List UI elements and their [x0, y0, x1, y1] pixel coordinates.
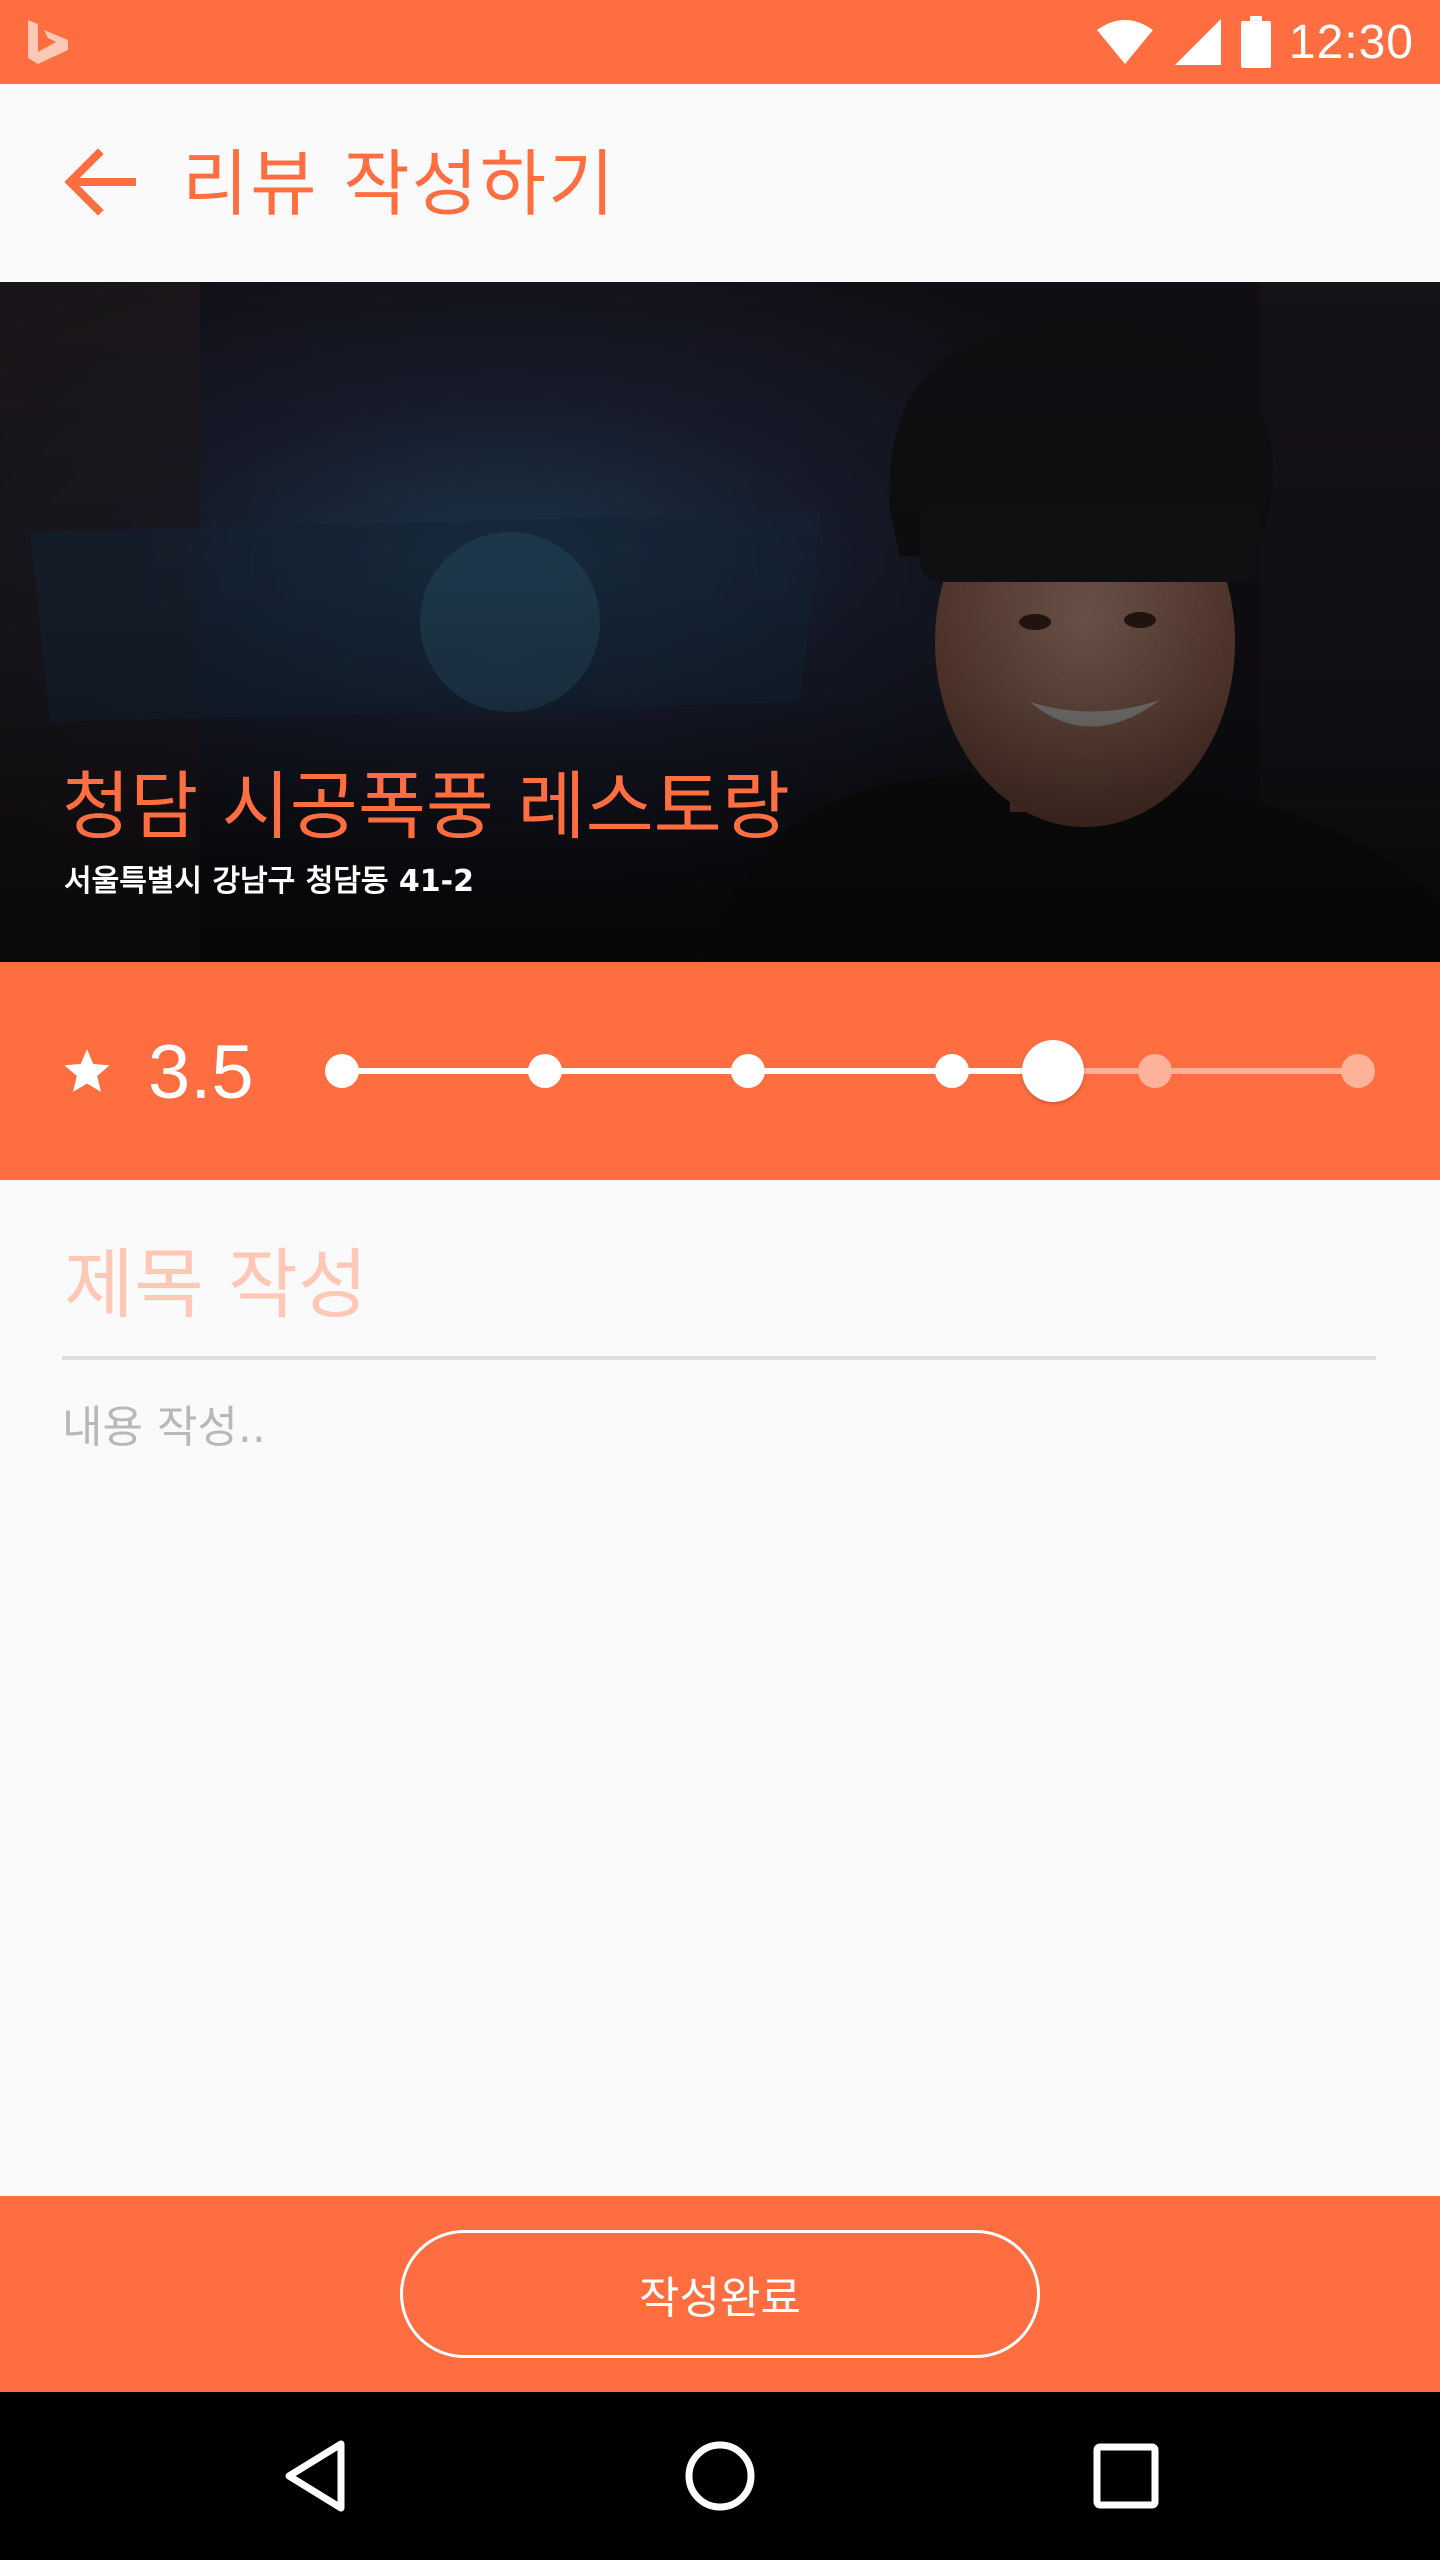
page-title: 리뷰 작성하기 — [182, 142, 617, 226]
review-content-input[interactable] — [62, 1398, 1376, 2158]
restaurant-name: 청담 시공폭풍 레스토랑 — [62, 764, 790, 850]
signal-icon — [1174, 19, 1221, 65]
app-bar: 리뷰 작성하기 — [0, 84, 1440, 282]
slider-step-4[interactable] — [1137, 1054, 1172, 1088]
system-nav-bar — [0, 2392, 1440, 2560]
star-icon — [64, 1049, 110, 1092]
nav-back-button[interactable] — [266, 2426, 366, 2526]
status-icons: 12:30 — [1095, 10, 1414, 74]
restaurant-address: 서울특별시 강남구 청담동 41-2 — [64, 864, 475, 899]
bottom-action-bar: 작성완료 — [0, 2196, 1440, 2392]
slider-thumb[interactable] — [1022, 1040, 1085, 1102]
review-title-input[interactable] — [62, 1220, 1376, 1360]
rating-value: 3.5 — [148, 1030, 254, 1115]
status-bar: 12:30 — [0, 0, 1440, 84]
back-button[interactable] — [58, 140, 142, 224]
submit-review-button[interactable]: 작성완료 — [400, 2230, 1040, 2358]
recents-square-icon — [1093, 2443, 1159, 2509]
slider-step-1[interactable] — [528, 1054, 563, 1088]
wifi-icon — [1096, 20, 1153, 64]
bing-logo-icon — [28, 20, 68, 64]
nav-home-button[interactable] — [670, 2426, 770, 2526]
slider-step-0[interactable] — [325, 1054, 359, 1088]
slider-step-3[interactable] — [934, 1054, 969, 1088]
battery-icon — [1240, 16, 1271, 68]
rating-bar: 3.5 — [0, 962, 1440, 1180]
slider-step-2[interactable] — [731, 1054, 766, 1088]
nav-recents-button[interactable] — [1076, 2426, 1176, 2526]
status-time: 12:30 — [1288, 15, 1414, 69]
restaurant-hero: 청담 시공폭풍 레스토랑 서울특별시 강남구 청담동 41-2 — [0, 282, 1440, 962]
back-triangle-icon — [285, 2440, 345, 2512]
home-circle-icon — [685, 2441, 755, 2511]
review-form — [0, 1180, 1440, 2196]
arrow-back-icon — [64, 148, 136, 216]
slider-step-5[interactable] — [1341, 1054, 1375, 1088]
